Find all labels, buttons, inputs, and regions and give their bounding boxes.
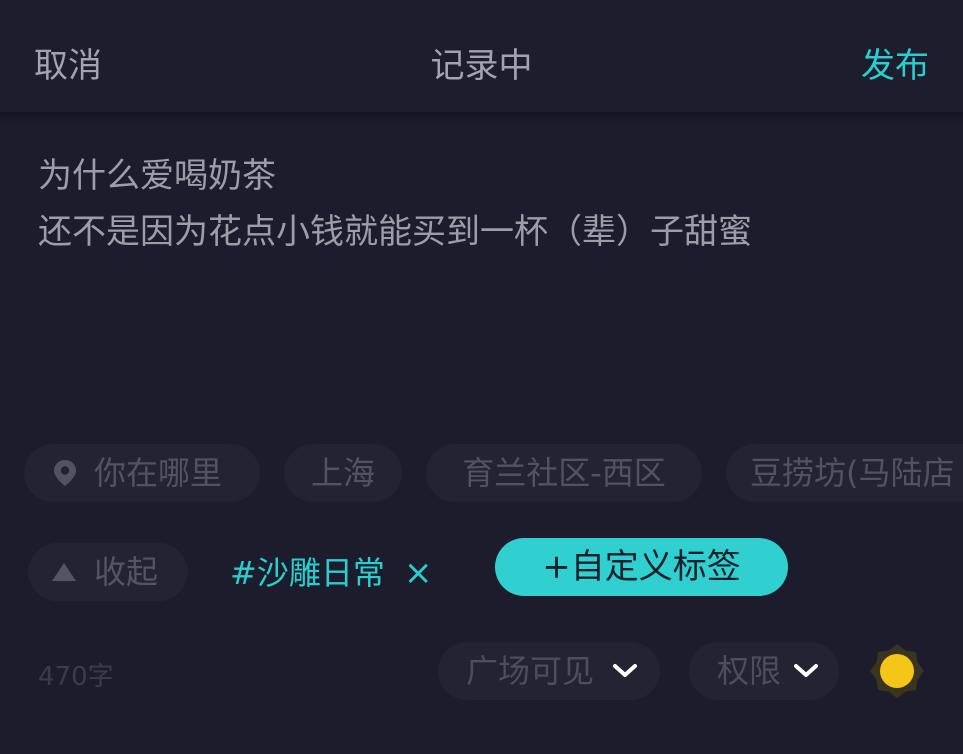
publish-button[interactable]: 发布 [861, 38, 929, 87]
permission-dropdown[interactable]: 权限 [689, 642, 839, 700]
remove-tag-button[interactable]: × [404, 551, 433, 595]
location-chip-yulan[interactable]: 育兰社区-西区 [426, 444, 702, 502]
top-bar: 取消 记录中 发布 [0, 0, 963, 112]
collapse-label: 收起 [94, 553, 159, 591]
chevron-down-icon [794, 664, 818, 677]
visibility-dropdown[interactable]: 广场可见 [438, 642, 660, 700]
post-text-line-1: 为什么爱喝奶茶 [38, 156, 276, 196]
selected-tag: #沙雕日常 [230, 554, 385, 592]
collapse-button[interactable]: 收起 [28, 543, 188, 601]
visibility-label: 广场可见 [466, 652, 595, 690]
location-pin-icon [54, 460, 76, 486]
chevron-down-icon [613, 664, 637, 677]
post-text-area[interactable]: 为什么爱喝奶茶 还不是因为花点小钱就能买到一杯（辈）子甜蜜 [38, 148, 938, 260]
header-shadow [0, 112, 963, 124]
triangle-up-icon [52, 563, 76, 581]
post-text-line-2: 还不是因为花点小钱就能买到一杯（辈）子甜蜜 [38, 212, 752, 252]
sun-icon[interactable] [868, 642, 926, 700]
status-bar-remnant [0, 0, 963, 8]
page-title: 记录中 [430, 46, 533, 86]
word-count: 470字 [38, 662, 114, 692]
add-custom-tag-button[interactable]: +自定义标签 [495, 538, 788, 596]
location-chip-doulaofang[interactable]: 豆捞坊(马陆店 [726, 444, 963, 502]
location-suggestions: 你在哪里 上海 育兰社区-西区 豆捞坊(马陆店 [0, 444, 963, 504]
location-chip-shanghai[interactable]: 上海 [284, 444, 402, 502]
location-prompt-label: 你在哪里 [94, 454, 223, 492]
location-picker-button[interactable]: 你在哪里 [24, 444, 260, 502]
permission-label: 权限 [717, 652, 782, 690]
